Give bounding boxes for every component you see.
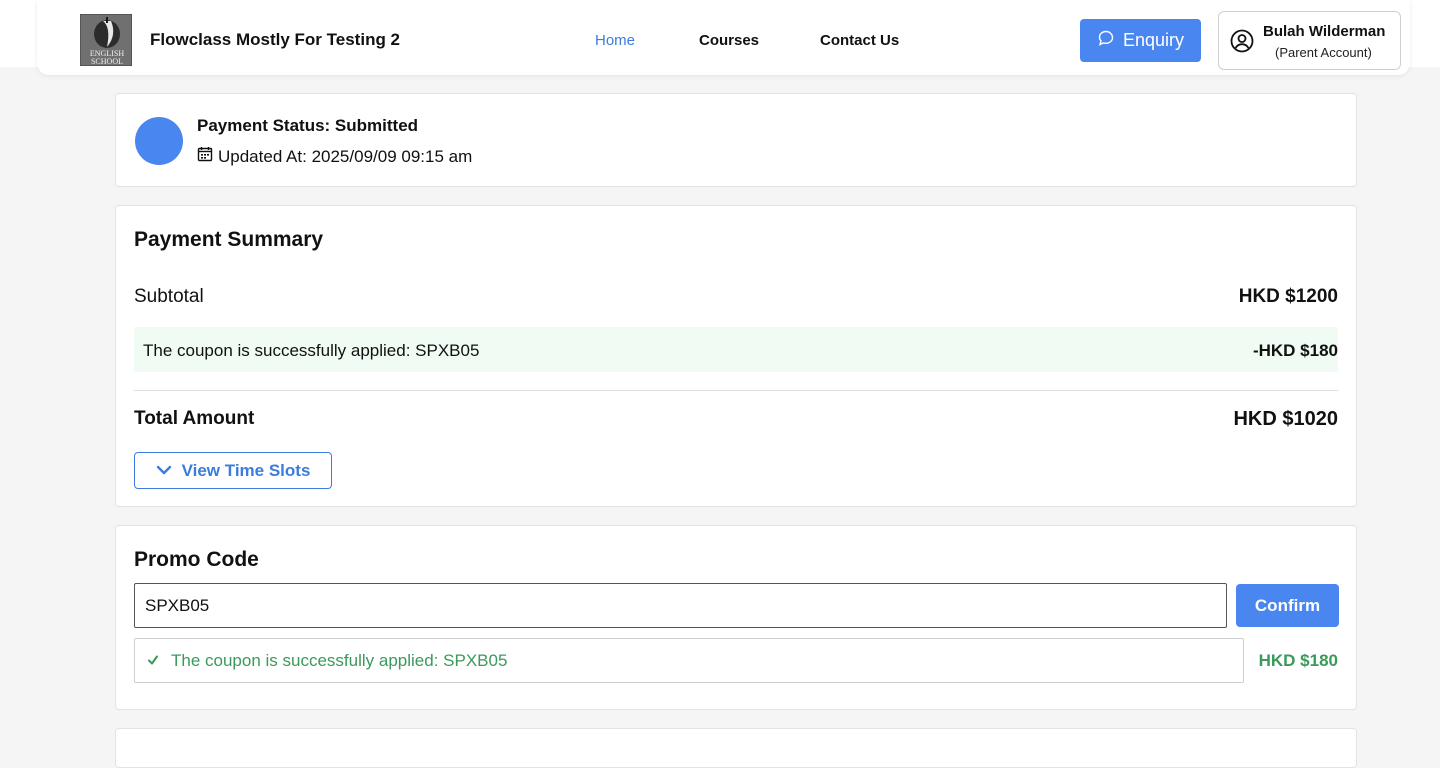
calendar-icon [197,146,213,167]
user-circle-icon [1230,29,1254,53]
confirm-button[interactable]: Confirm [1236,584,1339,627]
total-amount-value: HKD $1020 [1233,408,1338,430]
coupon-discount-value: -HKD $180 [1252,341,1338,360]
nav-home[interactable]: Home [595,32,635,49]
svg-text:SCHOOL: SCHOOL [91,57,123,66]
nav-courses[interactable]: Courses [699,32,759,49]
chat-bubble-icon [1097,29,1115,52]
coupon-applied-message: The coupon is successfully applied: SPXB… [134,638,1244,683]
account-type: (Parent Account) [1275,45,1372,60]
summary-divider [134,390,1338,391]
subtotal-value: HKD $1200 [1238,286,1338,307]
payment-status-card: Payment Status: Submitted Updated At: 20… [115,93,1357,187]
updated-at-text: Updated At: 2025/09/09 09:15 am [218,146,473,166]
account-menu-button[interactable]: Bulah Wilderman (Parent Account) [1218,11,1401,70]
coupon-discount-row: The coupon is successfully applied: SPXB… [134,327,1338,372]
site-title[interactable]: Flowclass Mostly For Testing 2 [150,30,400,50]
school-logo[interactable]: ENGLISH SCHOOL [80,14,132,66]
coupon-applied-text: The coupon is successfully applied: SPXB… [171,650,508,670]
coupon-discount-amount: HKD $180 [1258,651,1338,670]
coupon-discount-label: The coupon is successfully applied: SPXB… [143,341,480,360]
promo-code-heading: Promo Code [134,548,259,571]
nav-contact-us[interactable]: Contact Us [820,32,899,49]
checkmark-icon [147,651,159,671]
total-amount-label: Total Amount [134,408,255,429]
promo-code-input[interactable] [134,583,1227,628]
payment-summary-heading: Payment Summary [134,228,324,251]
view-time-slots-button[interactable]: View Time Slots [134,452,332,489]
enquiry-button[interactable]: Enquiry [1080,19,1201,62]
payment-summary-card: Payment Summary Subtotal HKD $1200 The c… [115,205,1357,507]
enquiry-label: Enquiry [1122,30,1185,50]
account-name: Bulah Wilderman [1263,23,1386,40]
view-time-slots-label: View Time Slots [181,460,311,480]
subtotal-label: Subtotal [134,286,204,307]
chevron-down-icon [156,461,172,481]
payment-status-title: Payment Status: Submitted [197,116,419,135]
updated-at: Updated At: 2025/09/09 09:15 am [197,146,472,167]
next-section-card [115,728,1357,768]
status-indicator [135,117,183,165]
promo-code-card: Promo Code Confirm The coupon is success… [115,525,1357,710]
